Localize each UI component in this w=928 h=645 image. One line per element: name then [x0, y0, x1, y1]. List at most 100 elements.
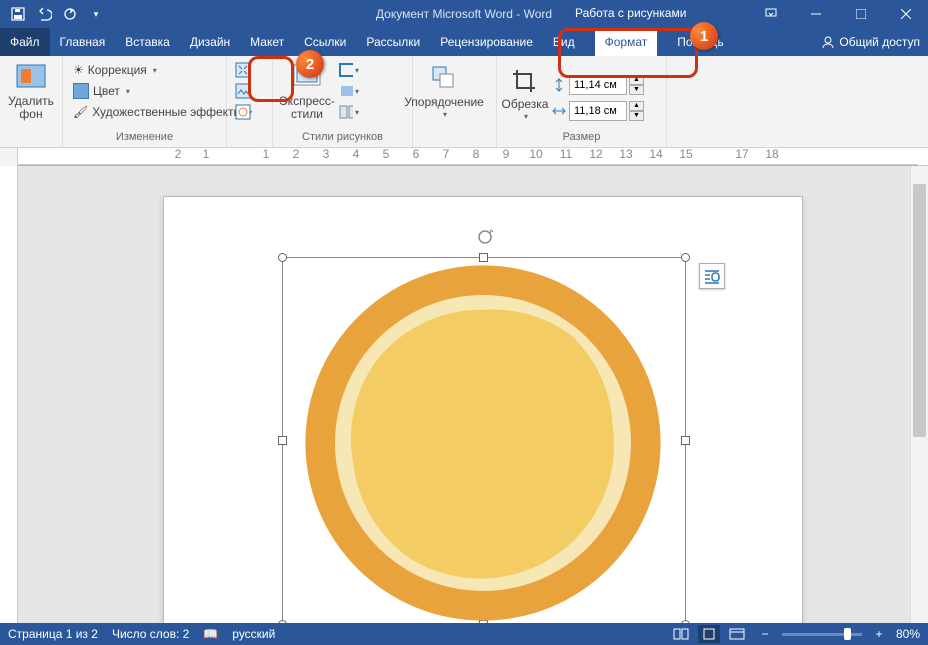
group-adjust: ☀Коррекция▾ Цвет▾ 🖌Художественные эффект…	[63, 56, 227, 147]
arrange-label: Упорядочение	[404, 96, 484, 109]
zoom-level[interactable]: 80%	[896, 627, 920, 641]
arrange-button[interactable]: Упорядочение▾	[417, 58, 471, 124]
svg-text:17: 17	[735, 148, 749, 161]
artistic-label: Художественные эффекты	[92, 105, 242, 119]
share-button[interactable]: Общий доступ	[821, 28, 920, 56]
window-controls	[748, 0, 928, 28]
layout-options-button[interactable]	[699, 263, 725, 289]
svg-text:2: 2	[175, 148, 182, 161]
svg-text:6: 6	[413, 148, 420, 161]
svg-text:4: 4	[353, 148, 360, 161]
svg-text:13: 13	[619, 148, 633, 161]
tab-layout[interactable]: Макет	[240, 28, 294, 56]
tab-format[interactable]: Формат	[595, 28, 658, 56]
ruler-corner	[0, 148, 18, 166]
status-words[interactable]: Число слов: 2	[112, 627, 189, 641]
ruler-horizontal[interactable]: 21 123 456 789 101112 131415 1718	[0, 148, 928, 166]
svg-text:7: 7	[443, 148, 450, 161]
group-adjust-label: Изменение	[67, 131, 222, 145]
view-web-layout[interactable]	[726, 625, 748, 643]
tab-mailings[interactable]: Рассылки	[356, 28, 430, 56]
page[interactable]	[163, 196, 803, 623]
orange-image[interactable]	[298, 258, 668, 623]
scrollbar-vertical[interactable]	[910, 166, 928, 623]
rotate-handle[interactable]	[476, 228, 494, 246]
tab-view[interactable]: Вид	[543, 28, 585, 56]
handle-right[interactable]	[681, 436, 690, 445]
width-up[interactable]: ▲	[629, 101, 644, 111]
ruler-scale: 21 123 456 789 101112 131415 1718	[18, 148, 928, 166]
svg-text:3: 3	[323, 148, 330, 161]
remove-background-button[interactable]: Удалить фон	[4, 58, 58, 124]
height-down[interactable]: ▼	[629, 85, 644, 95]
brightness-icon: ☀	[73, 63, 84, 77]
close-button[interactable]	[883, 0, 928, 28]
svg-text:11: 11	[560, 148, 573, 161]
picture-selection[interactable]	[282, 257, 686, 623]
arrange-icon	[428, 62, 460, 94]
tab-design[interactable]: Дизайн	[180, 28, 240, 56]
minimize-button[interactable]	[793, 0, 838, 28]
svg-text:1: 1	[203, 148, 210, 161]
zoom-in-button[interactable]: +	[868, 625, 890, 643]
view-print-layout[interactable]	[698, 625, 720, 643]
svg-text:9: 9	[503, 148, 510, 161]
group-compress-etc	[227, 56, 273, 147]
status-bar: Страница 1 из 2 Число слов: 2 📖 русский …	[0, 623, 928, 645]
share-icon	[821, 35, 835, 49]
picture-effects-button[interactable]: ▾	[339, 81, 359, 101]
zoom-slider[interactable]	[782, 633, 862, 636]
document-area[interactable]	[18, 166, 910, 623]
picture-border-button[interactable]: ▾	[339, 60, 359, 80]
group-size-label: Размер	[501, 131, 662, 145]
group-arrange: Упорядочение▾	[413, 56, 497, 147]
group-size: Обрезка▾ ▲▼ ▲▼ Размер	[497, 56, 667, 147]
crop-label: Обрезка	[502, 98, 549, 111]
handle-top-right[interactable]	[681, 253, 690, 262]
undo-button[interactable]	[32, 2, 56, 26]
callout-2-badge: 2	[296, 50, 324, 78]
color-label: Цвет	[93, 84, 120, 98]
height-spinner[interactable]: ▲▼	[551, 74, 644, 96]
width-spinner[interactable]: ▲▼	[551, 100, 644, 122]
width-input[interactable]	[569, 101, 627, 121]
height-input[interactable]	[569, 75, 627, 95]
zoom-out-button[interactable]: −	[754, 625, 776, 643]
width-down[interactable]: ▼	[629, 111, 644, 121]
tab-home[interactable]: Главная	[50, 28, 116, 56]
maximize-button[interactable]	[838, 0, 883, 28]
width-icon	[551, 103, 567, 119]
compress-pictures-button[interactable]	[233, 60, 253, 80]
group-picture-styles: Экспресс-стили ▾ ▾ ▾ Стили рисунков	[273, 56, 413, 147]
reset-picture-button[interactable]	[233, 102, 253, 122]
tab-insert[interactable]: Вставка	[115, 28, 180, 56]
status-language[interactable]: русский	[232, 627, 275, 641]
save-button[interactable]	[6, 2, 30, 26]
svg-text:8: 8	[473, 148, 480, 161]
corrections-label: Коррекция	[88, 63, 147, 77]
view-read-mode[interactable]	[670, 625, 692, 643]
handle-top-left[interactable]	[278, 253, 287, 262]
status-proofing-icon[interactable]: 📖	[203, 627, 218, 641]
ruler-vertical[interactable]	[0, 166, 18, 623]
status-page[interactable]: Страница 1 из 2	[8, 627, 98, 641]
redo-button[interactable]	[58, 2, 82, 26]
svg-text:15: 15	[679, 148, 693, 161]
quick-styles-label: Экспресс-стили	[277, 95, 337, 121]
remove-bg-icon	[15, 61, 47, 93]
contextual-tab-title: Работа с рисунками	[565, 0, 696, 26]
crop-button[interactable]: Обрезка▾	[501, 62, 549, 128]
qat-customize[interactable]: ▾	[84, 2, 108, 26]
height-up[interactable]: ▲	[629, 75, 644, 85]
handle-left[interactable]	[278, 436, 287, 445]
tab-file[interactable]: Файл	[0, 28, 50, 56]
ribbon-tabs: Файл Главная Вставка Дизайн Макет Ссылки…	[0, 28, 928, 56]
zoom-thumb[interactable]	[844, 628, 851, 640]
change-picture-button[interactable]	[233, 81, 253, 101]
remove-bg-label: Удалить фон	[4, 95, 58, 121]
picture-layout-button[interactable]: ▾	[339, 102, 359, 122]
svg-text:14: 14	[649, 148, 663, 161]
tab-review[interactable]: Рецензирование	[430, 28, 543, 56]
ribbon-options-button[interactable]	[748, 0, 793, 28]
scroll-thumb[interactable]	[913, 184, 926, 437]
